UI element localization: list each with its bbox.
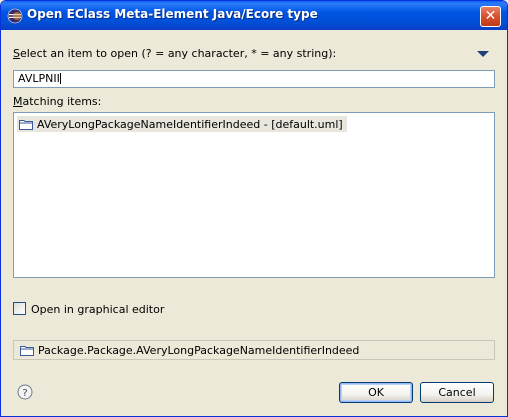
list-item-label: AVeryLongPackageNameIdentifierIndeed - [… xyxy=(37,117,343,131)
title-bar[interactable]: Open EClass Meta-Element Java/Ecore type… xyxy=(1,1,507,30)
filter-label-text: elect an item to open (? = any character… xyxy=(19,47,337,60)
folder-icon xyxy=(20,345,34,356)
folder-icon xyxy=(19,119,33,130)
open-graphical-editor-label[interactable]: Open in graphical editor xyxy=(31,303,164,316)
matching-items-list[interactable]: AVeryLongPackageNameIdentifierIndeed - [… xyxy=(13,112,495,278)
matching-label: Matching items: xyxy=(13,95,101,108)
status-text: Package.Package.AVeryLongPackageNameIden… xyxy=(38,343,360,357)
open-graphical-editor-checkbox[interactable] xyxy=(13,302,26,315)
close-button[interactable]: ✕ xyxy=(480,6,501,27)
status-bar: Package.Package.AVeryLongPackageNameIden… xyxy=(13,340,495,360)
filter-input[interactable]: AVLPNII xyxy=(13,70,495,88)
view-menu-icon[interactable] xyxy=(477,51,489,57)
close-icon: ✕ xyxy=(484,8,497,24)
matching-label-text: atching items: xyxy=(22,95,102,108)
svg-text:?: ? xyxy=(22,388,27,399)
help-icon[interactable]: ? xyxy=(17,384,33,400)
matching-label-mnemonic: M xyxy=(13,95,23,108)
text-caret xyxy=(59,73,61,84)
filter-input-value: AVLPNII xyxy=(18,72,60,85)
eclipse-icon xyxy=(7,8,23,24)
ok-button[interactable]: OK xyxy=(339,382,413,403)
list-item[interactable]: AVeryLongPackageNameIdentifierIndeed - [… xyxy=(17,116,347,132)
dialog-content: Select an item to open (? = any characte… xyxy=(1,30,507,416)
dialog-window: Open EClass Meta-Element Java/Ecore type… xyxy=(0,0,508,417)
filter-label: Select an item to open (? = any characte… xyxy=(13,47,336,60)
window-title: Open EClass Meta-Element Java/Ecore type xyxy=(27,7,318,21)
filter-label-mnemonic: S xyxy=(13,47,20,60)
cancel-button[interactable]: Cancel xyxy=(420,382,494,403)
